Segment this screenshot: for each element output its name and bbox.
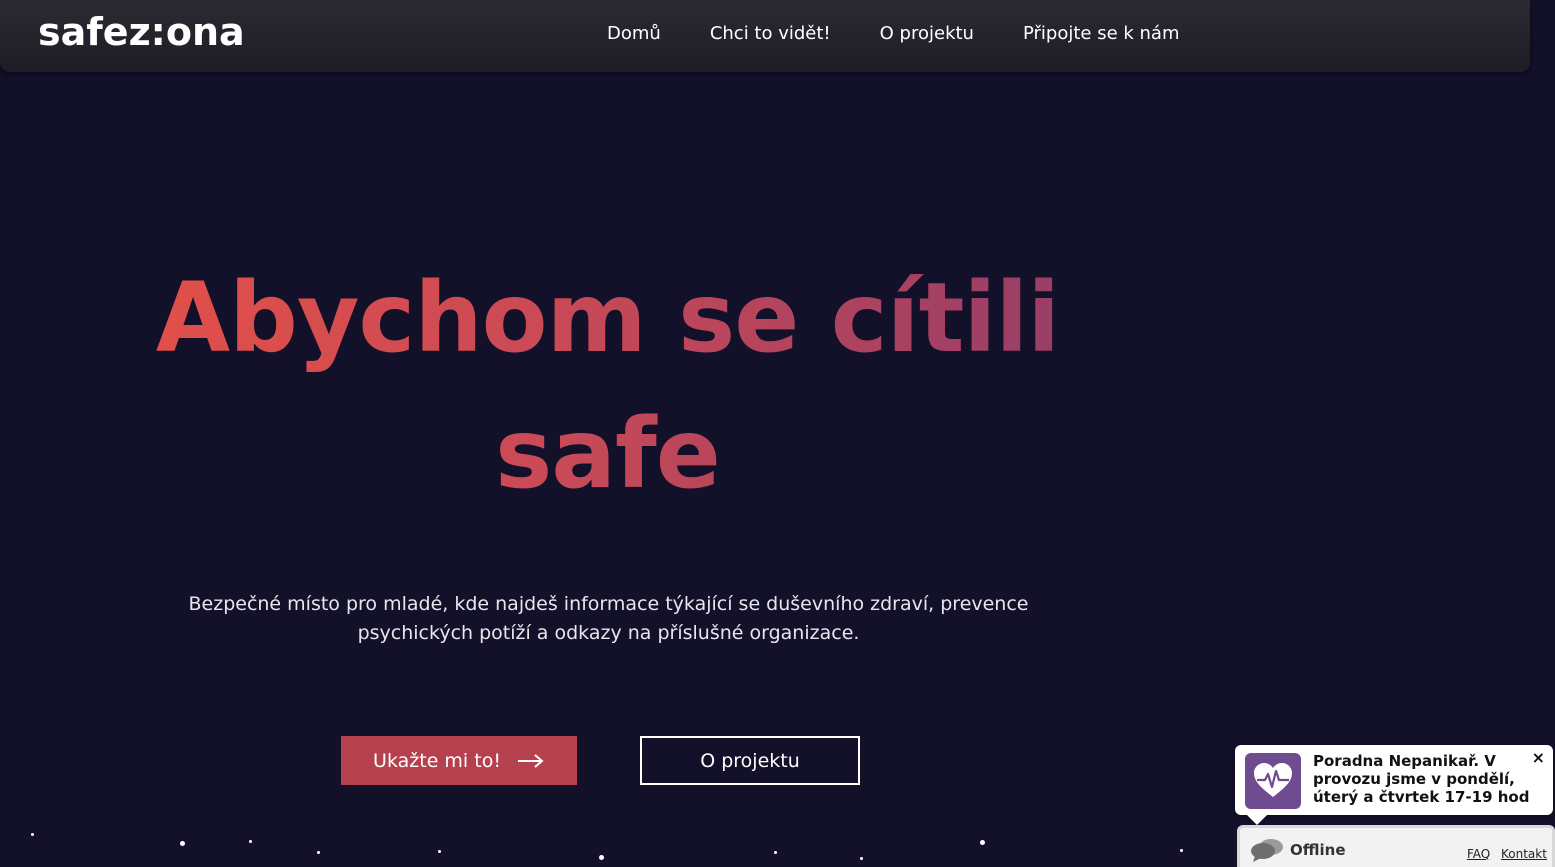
star-decoration bbox=[249, 840, 252, 843]
show-me-button-label: Ukažte mi to! bbox=[373, 749, 501, 772]
top-navigation-bar: safez:ona Domů Chci to vidět! O projektu… bbox=[0, 0, 1530, 72]
star-decoration bbox=[180, 841, 185, 846]
nav-item-about-project[interactable]: O projektu bbox=[880, 23, 974, 44]
nav-item-show-me[interactable]: Chci to vidět! bbox=[710, 23, 831, 44]
star-decoration bbox=[980, 840, 985, 845]
site-logo[interactable]: safez:ona bbox=[38, 10, 245, 54]
hero-title: Abychom se cítili safe bbox=[0, 250, 1215, 522]
star-decoration bbox=[774, 851, 777, 854]
chat-popup[interactable]: Poradna Nepanikař. V provozu jsme v pond… bbox=[1235, 745, 1553, 825]
chat-bubbles-icon bbox=[1251, 839, 1283, 862]
star-decoration bbox=[438, 850, 441, 853]
star-decoration bbox=[599, 855, 604, 860]
star-decoration bbox=[860, 857, 863, 860]
hero-subtitle: Bezpečné místo pro mladé, kde najdeš inf… bbox=[188, 593, 1029, 644]
heart-pulse-icon bbox=[1245, 753, 1301, 809]
main-nav: Domů Chci to vidět! O projektu Připojte … bbox=[607, 23, 1229, 44]
chat-status-label: Offline bbox=[1290, 841, 1346, 859]
chat-faq-link[interactable]: FAQ bbox=[1467, 847, 1490, 861]
hero-title-line-1: Abychom se cítili bbox=[155, 262, 1060, 374]
chat-message: Poradna Nepanikař. V provozu jsme v pond… bbox=[1313, 752, 1530, 806]
arrow-right-icon bbox=[517, 753, 544, 768]
star-decoration bbox=[1180, 849, 1183, 852]
nav-item-join-us[interactable]: Připojte se k nám bbox=[1023, 23, 1180, 44]
star-decoration bbox=[317, 851, 320, 854]
star-decoration bbox=[31, 833, 34, 836]
hero-title-line-2: safe bbox=[495, 398, 720, 510]
about-project-button[interactable]: O projektu bbox=[640, 736, 860, 785]
close-icon[interactable]: × bbox=[1532, 748, 1545, 767]
nav-item-home[interactable]: Domů bbox=[607, 23, 661, 44]
page: safez:ona Domů Chci to vidět! O projektu… bbox=[0, 0, 1555, 867]
show-me-button[interactable]: Ukažte mi to! bbox=[341, 736, 577, 785]
chat-status-bar[interactable]: Offline FAQ Kontakt bbox=[1237, 825, 1555, 867]
chat-contact-link[interactable]: Kontakt bbox=[1501, 847, 1547, 861]
